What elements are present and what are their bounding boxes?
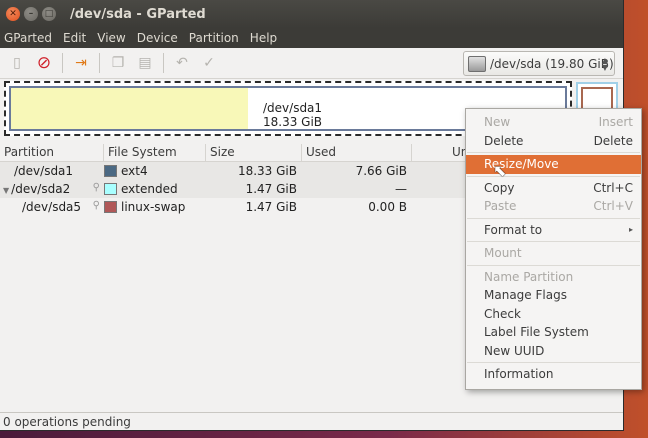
menu-partition[interactable]: Partition [189,31,239,45]
toolbar-separator [99,53,100,73]
cell-size: 1.47 GiB [245,182,297,196]
menu-separator [467,175,640,177]
menu-item-label-file-system[interactable]: Label File System [466,323,641,342]
menu-item-mount[interactable]: Mount [466,244,641,263]
menu-separator [467,264,640,266]
menu-separator [467,241,640,242]
cell-partition: /dev/sda5 ⚲ [0,200,104,214]
key-icon: ⚲ [92,200,100,211]
cell-partition: /dev/sda1 [14,164,74,178]
cell-filesystem: ext4 [104,164,206,178]
menu-item-delete[interactable]: Delete Delete [466,132,641,151]
menu-item-format-to[interactable]: Format to ▸ [466,221,641,240]
fs-label: ext4 [121,164,148,178]
menu-separator [467,362,640,363]
partition-context-menu: New Insert Delete Delete Resize/Move Copy C… [465,108,642,390]
toolbar: ▯ ⊘ ⇥ ❐ ▤ ↶ ✓ /dev/sda (19.80 GiB) ▲ ▼ [0,48,623,79]
header-size[interactable]: Size [206,144,302,161]
menu-help[interactable]: Help [250,31,277,45]
resize-move-icon[interactable]: ⇥ [72,54,90,72]
window-title: /dev/sda - GParted [70,6,206,22]
header-used[interactable]: Used [302,144,412,161]
menu-separator [467,217,640,219]
header-filesystem[interactable]: File System [104,144,206,161]
menu-edit[interactable]: Edit [63,31,86,45]
menu-item-new[interactable]: New Insert [466,113,641,132]
menu-item-paste[interactable]: Paste Ctrl+V [466,197,641,216]
minimize-icon[interactable]: – [24,7,38,21]
cell-size: 18.33 GiB [237,164,297,178]
toolbar-separator [163,53,164,73]
paste-icon[interactable]: ▤ [136,54,154,72]
submenu-arrow-icon: ▸ [628,225,633,235]
fs-label: linux-swap [121,200,186,214]
menu-item-resize-move[interactable]: Resize/Move [466,155,641,174]
used-space-fill [11,88,248,129]
close-icon[interactable]: ✕ [6,7,20,21]
menu-item-information[interactable]: Information [466,365,641,384]
apply-icon[interactable]: ✓ [200,54,218,72]
partition-label: /dev/sda5 [22,200,82,214]
menu-item-manage-flags[interactable]: Manage Flags [466,286,641,305]
menu-gparted[interactable]: GParted [4,31,52,45]
harddisk-icon [468,55,486,72]
fs-color-swatch [104,183,117,195]
menu-device[interactable]: Device [137,31,178,45]
cell-used: — [395,182,407,196]
key-icon: ⚲ [92,182,100,193]
menu-bar: GParted Edit View Device Partition Help [0,28,623,48]
cell-used: 7.66 GiB [355,164,407,178]
menu-separator [467,152,640,153]
menu-item-copy[interactable]: Copy Ctrl+C [466,179,641,198]
menu-item-check[interactable]: Check [466,305,641,324]
header-partition[interactable]: Partition [0,144,104,161]
cell-partition: ▼/dev/sda2 ⚲ [0,182,104,196]
delete-icon[interactable]: ⊘ [35,53,53,73]
menu-item-name-partition[interactable]: Name Partition [466,268,641,287]
menu-item-new-uuid[interactable]: New UUID [466,342,641,361]
cell-filesystem: extended [104,182,206,196]
title-bar: ✕ – □ /dev/sda - GParted [0,0,623,28]
spin-arrows-icon: ▲ ▼ [601,55,608,72]
new-partition-icon[interactable]: ▯ [8,54,26,72]
cell-filesystem: linux-swap [104,200,206,214]
cell-size: 1.47 GiB [245,200,297,214]
expander-icon[interactable]: ▼ [3,186,9,195]
disk-map-label: /dev/sda1 18.33 GiB [263,101,322,129]
cell-used: 0.00 B [368,200,407,214]
undo-icon[interactable]: ↶ [173,54,191,72]
disk-map-size: 18.33 GiB [263,115,323,129]
fs-color-swatch [104,165,117,177]
status-bar: 0 operations pending [0,412,623,430]
device-selector-label: /dev/sda (19.80 GiB) [490,56,614,71]
disk-map-partition: /dev/sda1 [263,101,323,115]
copy-icon[interactable]: ❐ [109,54,127,72]
maximize-icon[interactable]: □ [42,7,56,21]
toolbar-separator [62,53,63,73]
device-selector[interactable]: /dev/sda (19.80 GiB) ▲ ▼ [463,51,615,76]
fs-label: extended [121,182,178,196]
fs-color-swatch [104,201,117,213]
menu-view[interactable]: View [97,31,125,45]
partition-label: /dev/sda2 [11,182,71,196]
